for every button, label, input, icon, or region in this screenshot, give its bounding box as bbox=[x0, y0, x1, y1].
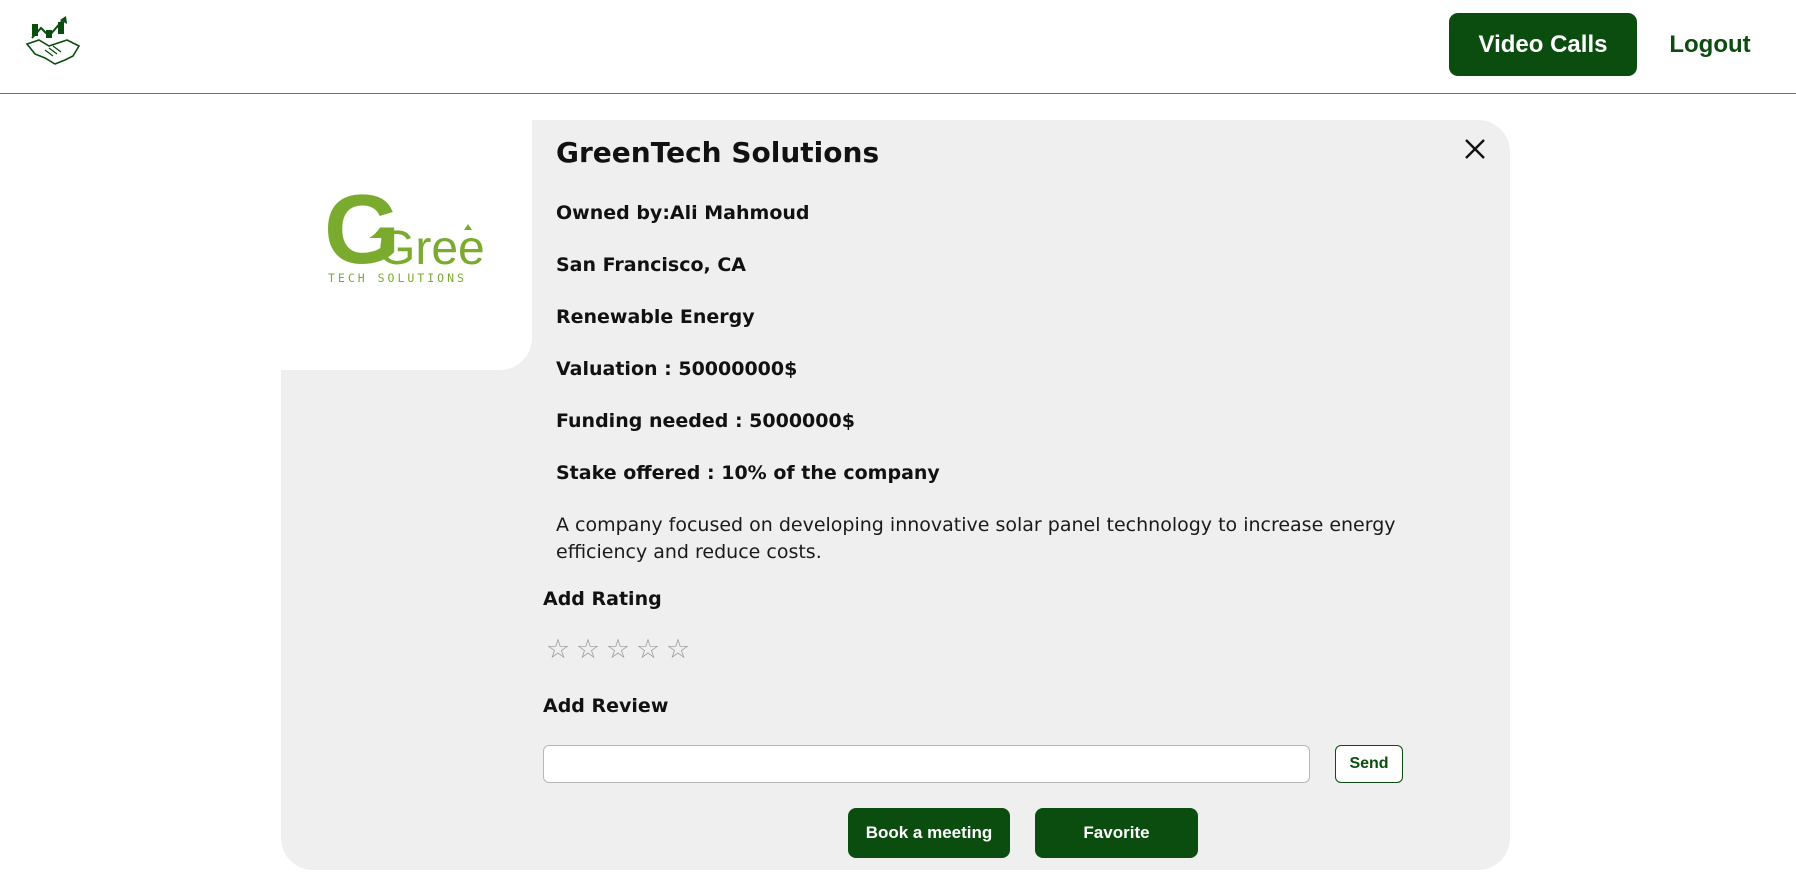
company-name: GreenTech Solutions bbox=[556, 136, 880, 169]
company-description: A company focused on developing innovati… bbox=[556, 514, 1396, 563]
stake-offered-text: Stake offered : 10% of the company bbox=[556, 462, 940, 484]
owner-text: Owned by:Ali Mahmoud bbox=[556, 202, 810, 224]
company-logo-panel: G Green TECH SOLUTIONS bbox=[281, 120, 532, 370]
logout-button[interactable]: Logout bbox=[1660, 13, 1760, 76]
star-3-icon[interactable]: ☆ bbox=[603, 635, 633, 665]
funding-needed-text: Funding needed : 5000000$ bbox=[556, 410, 855, 432]
industry-text: Renewable Energy bbox=[556, 306, 755, 328]
growth-chart-handshake-icon[interactable] bbox=[25, 14, 83, 66]
favorite-button[interactable]: Favorite bbox=[1035, 808, 1198, 858]
send-review-button[interactable]: Send bbox=[1335, 745, 1403, 783]
star-1-icon[interactable]: ☆ bbox=[543, 635, 573, 665]
logo-tagline: TECH SOLUTIONS bbox=[328, 271, 467, 285]
star-4-icon[interactable]: ☆ bbox=[633, 635, 663, 665]
company-logo: G Green TECH SOLUTIONS bbox=[324, 178, 484, 285]
book-meeting-button[interactable]: Book a meeting bbox=[848, 808, 1010, 858]
company-details-card: G Green TECH SOLUTIONS GreenTech Solutio… bbox=[281, 120, 1510, 870]
add-rating-label: Add Rating bbox=[543, 588, 662, 610]
add-review-label: Add Review bbox=[543, 695, 669, 717]
top-navbar: Video Calls Logout bbox=[0, 0, 1796, 94]
star-5-icon[interactable]: ☆ bbox=[663, 635, 693, 665]
star-rating: ☆ ☆ ☆ ☆ ☆ bbox=[543, 635, 693, 665]
review-input[interactable] bbox=[543, 745, 1310, 783]
video-calls-button[interactable]: Video Calls bbox=[1449, 13, 1637, 76]
close-button[interactable] bbox=[1460, 134, 1490, 164]
location-text: San Francisco, CA bbox=[556, 254, 747, 276]
valuation-text: Valuation : 50000000$ bbox=[556, 358, 798, 380]
close-icon bbox=[1460, 139, 1490, 167]
star-2-icon[interactable]: ☆ bbox=[573, 635, 603, 665]
